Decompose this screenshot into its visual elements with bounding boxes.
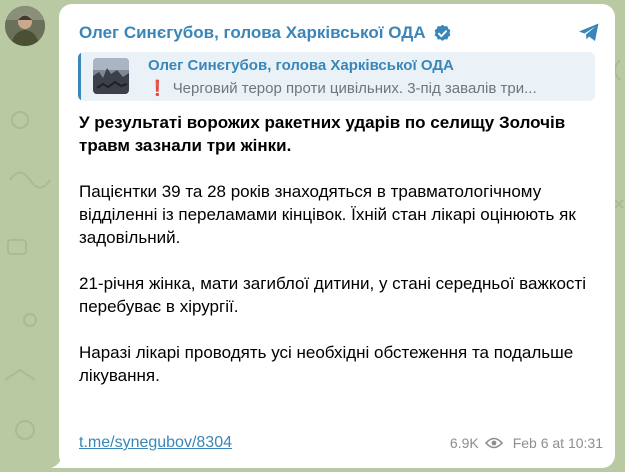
- view-count: 6.9K: [449, 435, 479, 451]
- verified-badge-icon: [434, 24, 451, 41]
- post-timestamp: Feb 6 at 10:31: [512, 435, 603, 451]
- ruins-image-icon: [93, 58, 129, 94]
- message-paragraph: Наразі лікарі проводять усі необхідні об…: [79, 343, 574, 385]
- reply-accent-bar: [78, 52, 81, 101]
- reply-excerpt: ❗ Черговий терор проти цивільних. 3-під з…: [148, 79, 593, 97]
- message-text: У результаті ворожих ракетних ударів по …: [79, 111, 599, 410]
- channel-name-header[interactable]: Олег Синєгубов, голова Харківської ОДА: [79, 23, 452, 43]
- post-link[interactable]: t.me/synegubov/8304: [79, 434, 232, 452]
- eye-icon: [484, 437, 503, 449]
- message-meta: 6.9K Feb 6 at 10:31: [450, 435, 603, 451]
- message-paragraph: 21-річня жінка, мати загиблої дитини, у …: [79, 274, 586, 316]
- message-bubble: Олег Синєгубов, голова Харківської ОДА О…: [59, 4, 615, 468]
- exclamation-icon: ❗: [148, 80, 167, 97]
- avatar-photo-icon: [5, 6, 45, 46]
- message-paragraph: Пацієнтки 39 та 28 років знаходяться в т…: [79, 182, 576, 247]
- reply-thumbnail: [93, 58, 129, 94]
- reply-preview[interactable]: Олег Синєгубов, голова Харківської ОДА ❗…: [78, 52, 595, 101]
- reply-title: Олег Синєгубов, голова Харківської ОДА: [148, 57, 454, 74]
- telegram-share-icon[interactable]: [577, 20, 601, 44]
- channel-avatar[interactable]: [5, 6, 45, 46]
- reply-excerpt-text: Черговий терор проти цивільних. 3-під за…: [172, 80, 537, 97]
- message-paragraph: У результаті ворожих ракетних ударів по …: [79, 113, 566, 155]
- channel-name[interactable]: Олег Синєгубов, голова Харківської ОДА: [79, 23, 426, 43]
